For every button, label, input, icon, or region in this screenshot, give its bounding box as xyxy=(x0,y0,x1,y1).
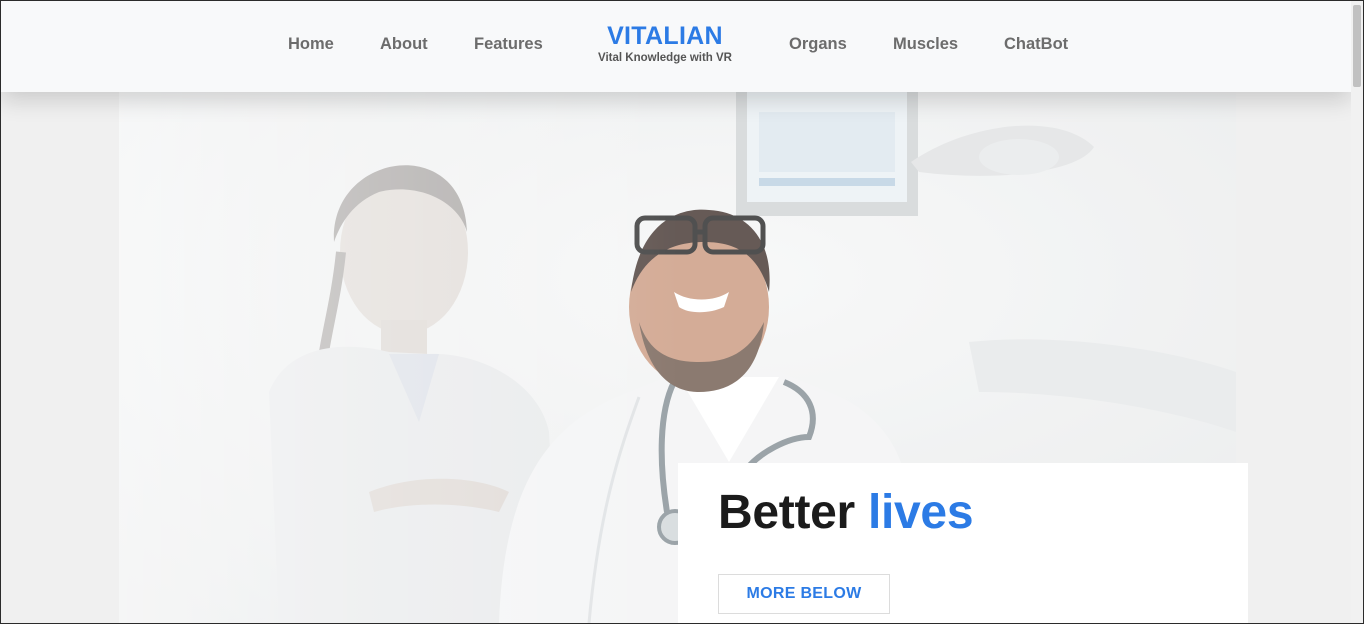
brand-subtitle: Vital Knowledge with VR xyxy=(598,52,732,64)
hero-heading-accent: lives xyxy=(867,486,974,539)
nav-link-home[interactable]: Home xyxy=(288,35,334,54)
brand-logo[interactable]: VITALIAN Vital Knowledge with VR xyxy=(587,21,743,65)
top-navbar: Home About Features VITALIAN Vital Knowl… xyxy=(1,1,1351,92)
browser-viewport: Home About Features VITALIAN Vital Knowl… xyxy=(0,0,1364,624)
hero-heading-main: Better xyxy=(718,486,855,539)
more-below-button[interactable]: MORE BELOW xyxy=(718,574,890,614)
nav-link-organs[interactable]: Organs xyxy=(789,35,847,54)
hero-card: Better lives MORE BELOW xyxy=(678,463,1248,623)
nav-link-muscles[interactable]: Muscles xyxy=(893,35,958,54)
vertical-scrollbar[interactable] xyxy=(1351,1,1363,623)
brand-title: VITALIAN xyxy=(607,22,723,50)
hero-heading: Better lives xyxy=(718,485,974,540)
nav-link-features[interactable]: Features xyxy=(474,35,543,54)
nav-link-chatbot[interactable]: ChatBot xyxy=(1004,35,1068,54)
scrollbar-thumb[interactable] xyxy=(1353,5,1361,87)
nav-link-about[interactable]: About xyxy=(380,35,428,54)
